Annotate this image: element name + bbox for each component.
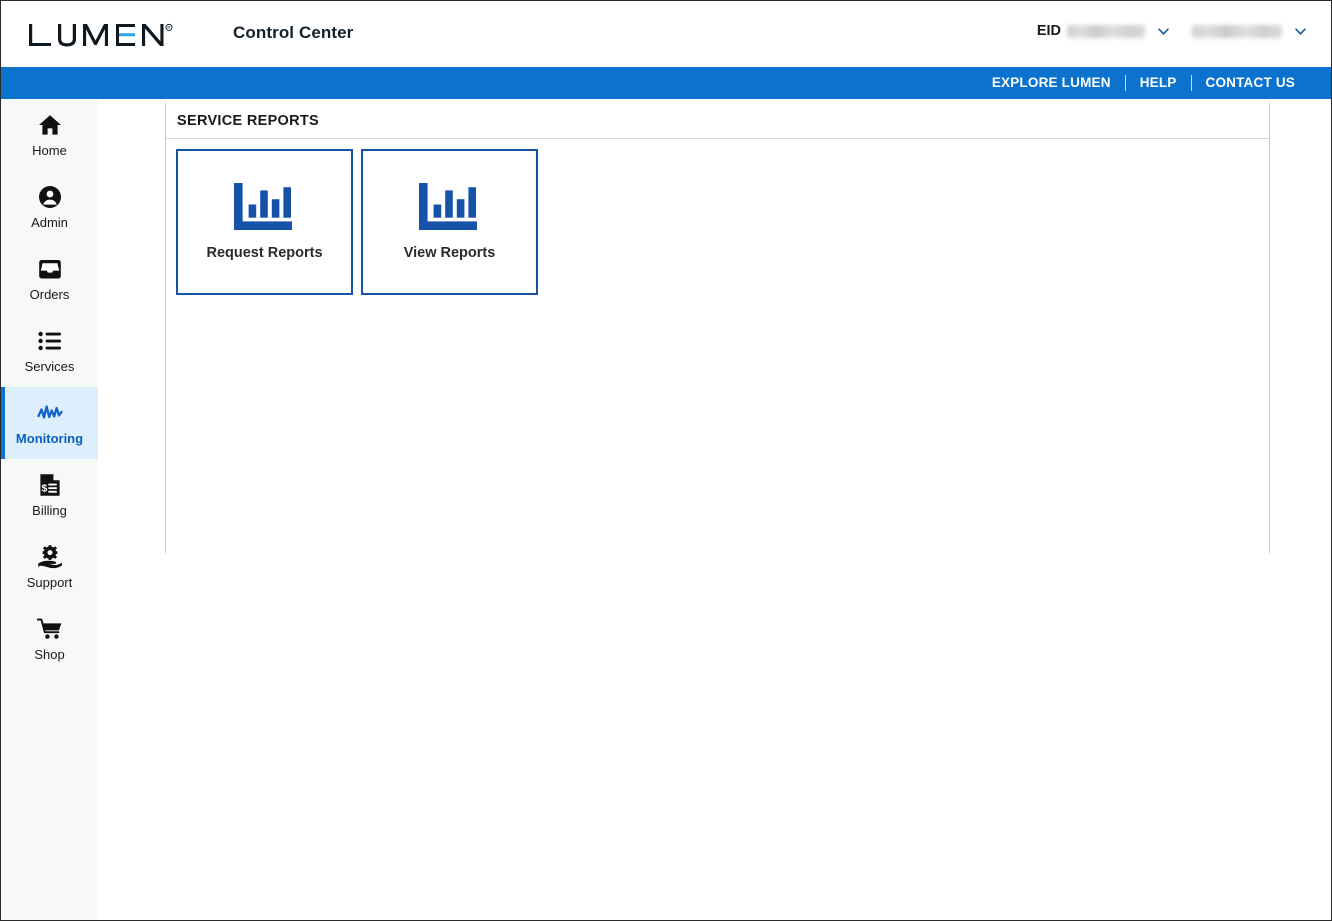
sidebar-item-shop[interactable]: Shop — [1, 603, 98, 675]
svg-text:R: R — [167, 25, 170, 30]
sidebar-item-services[interactable]: Services — [1, 315, 98, 387]
nav-explore-lumen[interactable]: EXPLORE LUMEN — [978, 74, 1125, 92]
home-icon — [38, 112, 62, 138]
sidebar-item-label: Orders — [29, 287, 70, 302]
sidebar-item-label: Monitoring — [15, 431, 84, 446]
invoice-document-icon: $ — [39, 472, 61, 498]
app-window: R Control Center EID EXPLORE LUMEN HELP … — [0, 0, 1332, 921]
eid-value-redacted — [1067, 24, 1145, 38]
nav-divider — [1124, 75, 1126, 91]
sidebar: Home Admin Orders Services Monitoring $ … — [1, 99, 98, 920]
panel-header: SERVICE REPORTS — [166, 103, 1269, 139]
sidebar-item-monitoring[interactable]: Monitoring — [1, 387, 98, 459]
eid-label: EID — [1036, 23, 1061, 39]
user-circle-icon — [38, 184, 62, 210]
page-title: SERVICE REPORTS — [177, 112, 320, 129]
view-reports-tile[interactable]: View Reports — [361, 149, 538, 295]
bar-chart-icon — [418, 183, 481, 231]
bar-chart-icon — [233, 183, 296, 231]
inbox-tray-icon — [38, 256, 62, 282]
user-chevron-down-icon[interactable] — [1294, 25, 1307, 38]
sidebar-item-orders[interactable]: Orders — [1, 243, 98, 315]
utility-nav-links: EXPLORE LUMEN HELP CONTACT US — [978, 74, 1331, 92]
nav-contact-us[interactable]: CONTACT US — [1192, 74, 1310, 92]
svg-text:$: $ — [41, 483, 47, 495]
account-controls: EID — [1037, 23, 1307, 39]
sidebar-item-label: Shop — [34, 647, 65, 662]
request-reports-tile[interactable]: Request Reports — [176, 149, 353, 295]
sidebar-item-label: Billing — [32, 503, 67, 518]
nav-divider — [1190, 75, 1192, 91]
sidebar-item-label: Home — [32, 143, 67, 158]
panel-body: Request Reports View Reports — [166, 139, 1269, 295]
utility-nav-bar: EXPLORE LUMEN HELP CONTACT US — [1, 67, 1331, 99]
app-title: Control Center — [233, 23, 354, 42]
sidebar-item-home[interactable]: Home — [1, 99, 98, 171]
sidebar-item-admin[interactable]: Admin — [1, 171, 98, 243]
nav-help[interactable]: HELP — [1126, 74, 1191, 92]
service-reports-panel: SERVICE REPORTS Request Reports View Rep… — [165, 103, 1270, 553]
shopping-cart-icon — [36, 616, 63, 642]
sidebar-item-support[interactable]: Support — [1, 531, 98, 603]
main-content: SERVICE REPORTS Request Reports View Rep… — [98, 99, 1331, 920]
gear-on-hand-icon — [37, 544, 63, 570]
top-header: R Control Center EID — [1, 1, 1331, 67]
sidebar-item-label: Support — [26, 575, 73, 590]
sidebar-item-billing[interactable]: $ Billing — [1, 459, 98, 531]
sidebar-item-label: Admin — [31, 215, 68, 230]
lumen-logo[interactable]: R — [27, 21, 173, 49]
tile-label: Request Reports — [206, 245, 323, 261]
pulse-line-icon — [36, 400, 63, 426]
eid-chevron-down-icon[interactable] — [1157, 25, 1170, 38]
sidebar-item-label: Services — [24, 359, 75, 374]
list-icon — [37, 328, 62, 354]
username-redacted — [1192, 24, 1282, 38]
tile-label: View Reports — [403, 245, 496, 261]
